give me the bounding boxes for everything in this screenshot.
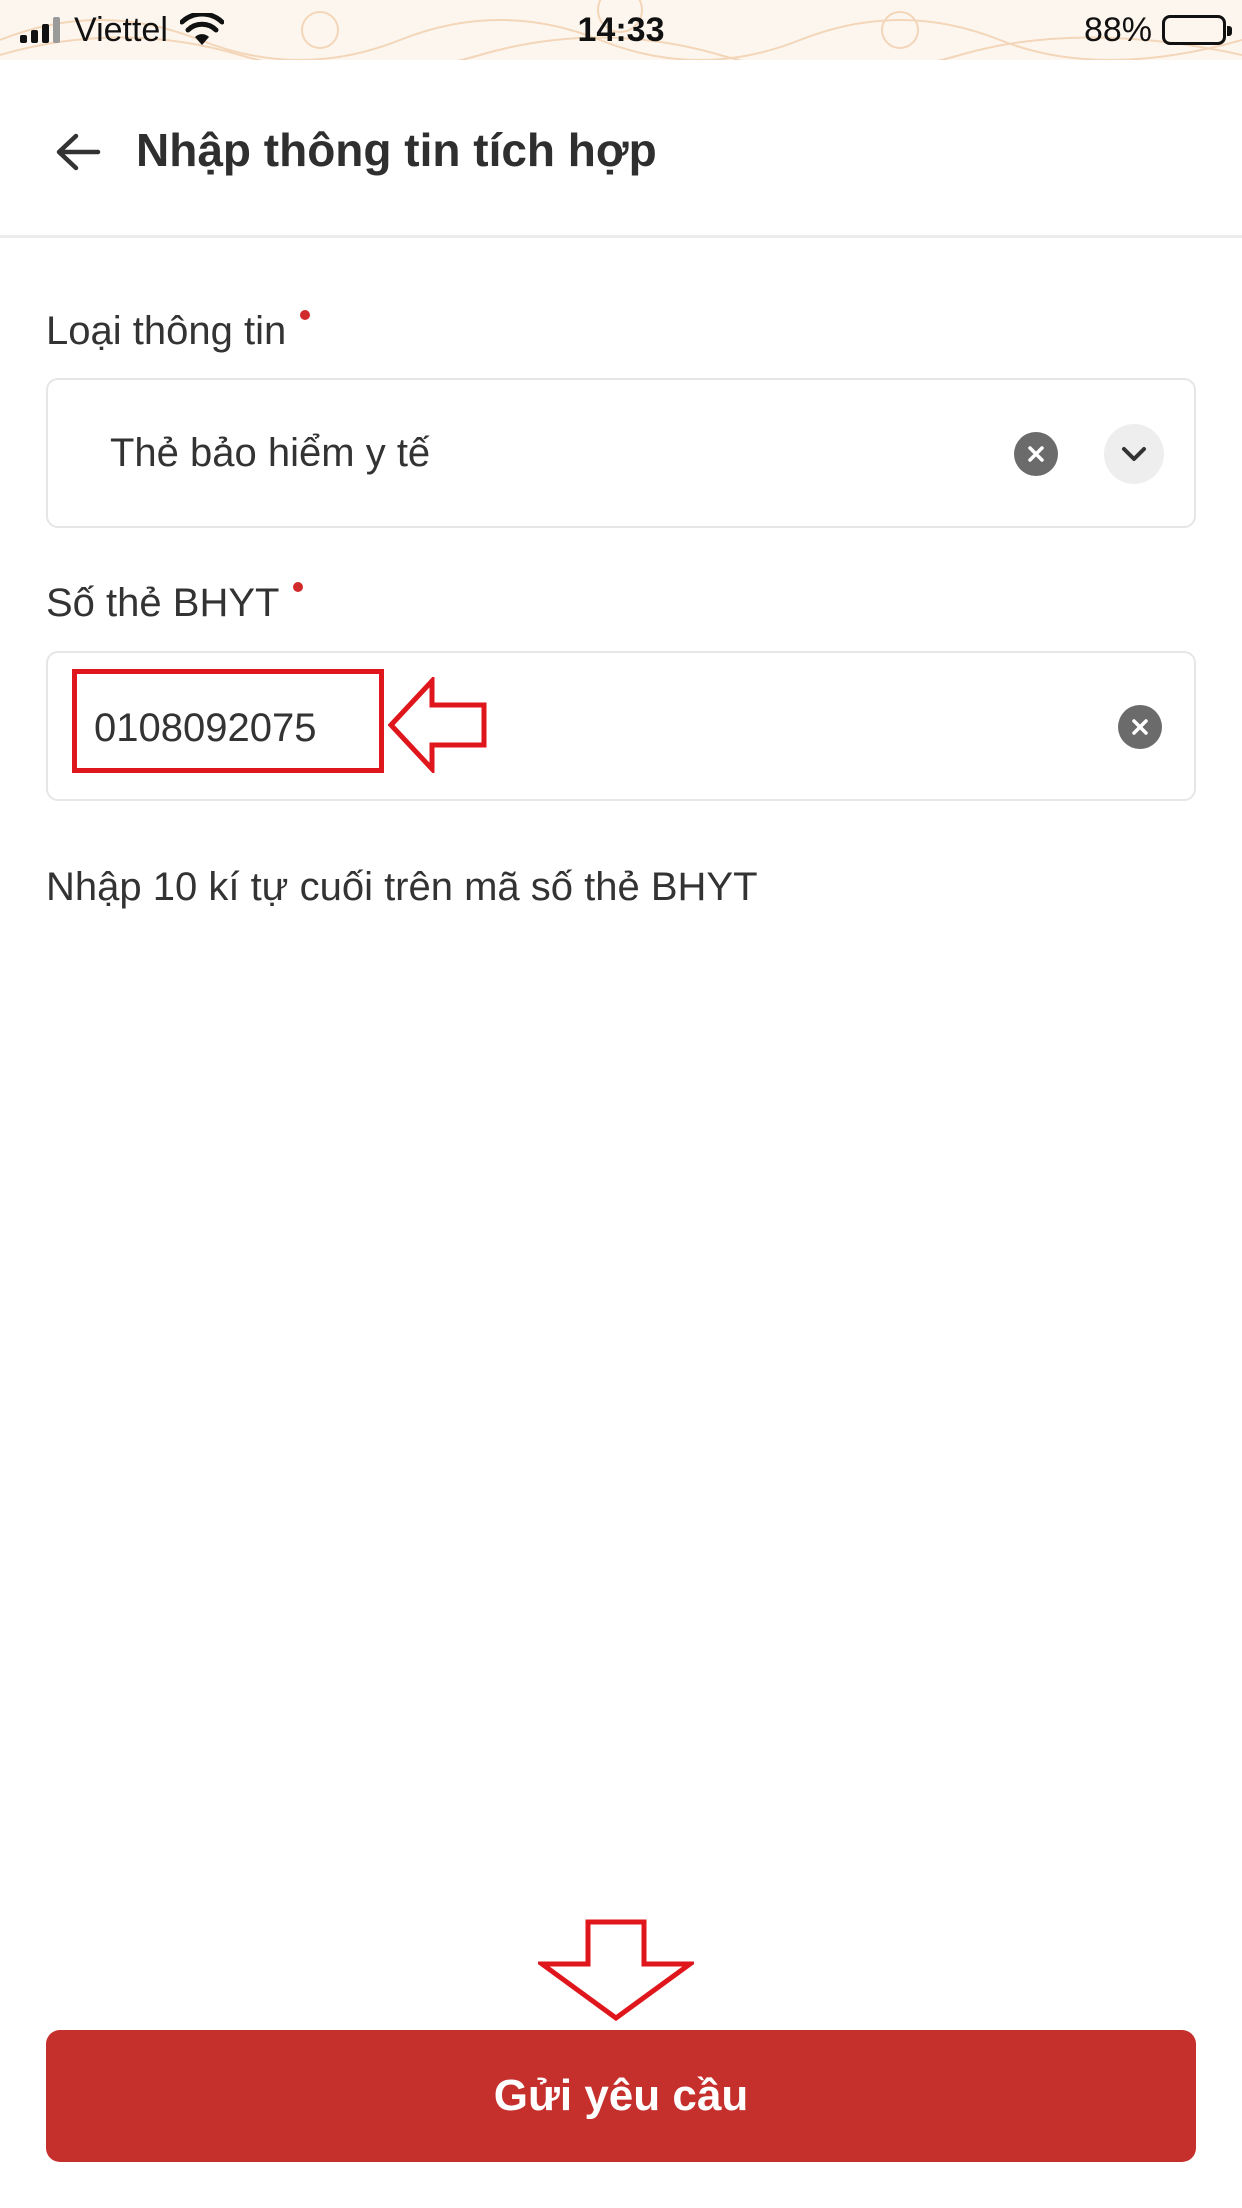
clear-icon [1132,719,1148,735]
card-number-field[interactable] [46,651,1196,801]
clear-card-number-button[interactable] [1118,705,1162,749]
required-indicator [300,310,311,320]
annotation-highlight-box [72,669,384,773]
back-button[interactable] [46,120,110,184]
card-number-label-text: Số thẻ BHYT [46,581,280,625]
annotation-arrow-down-icon [538,1919,694,2022]
info-type-label-text: Loại thông tin [46,309,287,353]
clear-info-type-button[interactable] [1014,432,1058,476]
page-title: Nhập thông tin tích hợp [136,124,657,176]
status-right: 88% [1083,10,1232,50]
info-type-label: Loại thông tin [46,306,311,356]
battery-percent: 88% [1083,10,1152,49]
info-type-select[interactable]: Thẻ bảo hiểm y tế [46,378,1196,528]
status-bar: Viettel 14:33 88% [0,0,1242,60]
submit-request-button[interactable]: Gửi yêu cầu [46,2030,1196,2162]
battery-icon [1162,15,1232,45]
card-number-hint: Nhập 10 kí tự cuối trên mã số thẻ BHYT [46,865,758,909]
required-indicator [293,582,304,592]
clear-icon [1028,446,1044,462]
annotation-arrow-left-icon [388,677,487,773]
arrow-left-icon [56,133,101,171]
chevron-down-icon [1122,447,1146,461]
card-number-label: Số thẻ BHYT [46,578,304,628]
info-type-selected-value: Thẻ bảo hiểm y tế [110,431,431,475]
status-time: 14:33 [577,11,665,49]
info-type-dropdown-button[interactable] [1104,424,1164,484]
app-header: Nhập thông tin tích hợp [0,60,1242,238]
